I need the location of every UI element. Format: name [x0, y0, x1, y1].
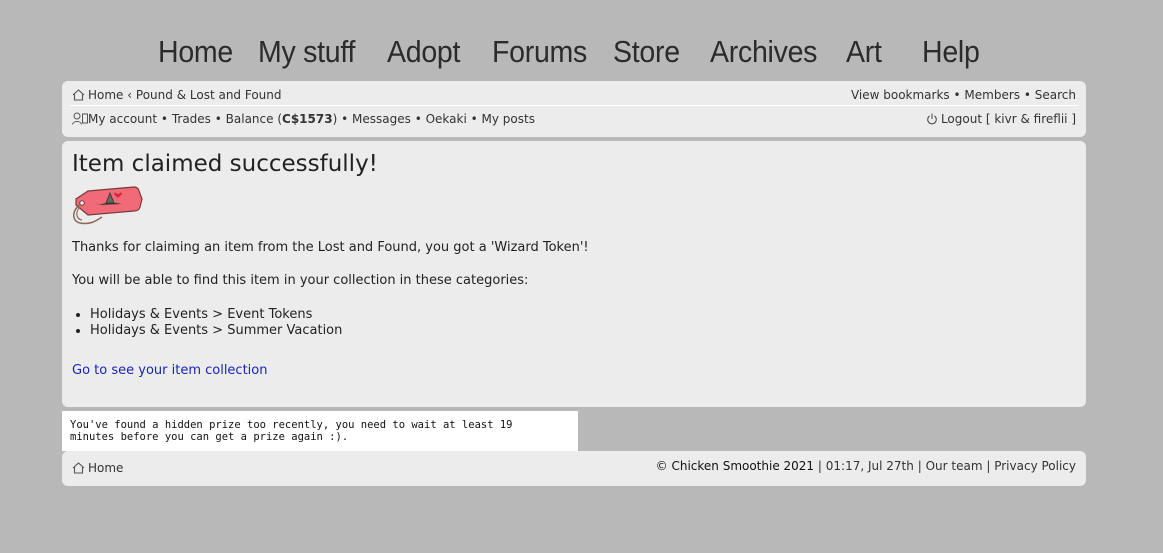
bullet-separator: • [953, 88, 961, 102]
footer-info: © Chicken Smoothie 2021 | 01:17, Jul 27t… [656, 459, 1076, 473]
home-icon [72, 89, 85, 104]
my-account-link[interactable]: My account [88, 112, 157, 126]
our-team-link[interactable]: Our team [926, 459, 983, 473]
pipe-separator: | [917, 459, 922, 473]
members-link[interactable]: Members [964, 88, 1020, 102]
view-bookmarks-link[interactable]: View bookmarks [851, 88, 950, 102]
bullet-separator: • [414, 112, 422, 126]
current-user-link[interactable]: [ kivr & fireflii ] [986, 112, 1076, 126]
breadcrumb-home-link[interactable]: Home [88, 88, 123, 102]
categories-intro: You will be able to find this item in yo… [72, 273, 529, 288]
user-icon [72, 112, 88, 128]
list-item: Holidays & Events > Event Tokens [90, 307, 342, 323]
search-link[interactable]: Search [1035, 88, 1076, 102]
list-item: Holidays & Events > Summer Vacation [90, 323, 342, 339]
nav-store[interactable]: Store [613, 34, 680, 70]
prize-notice: You've found a hidden prize too recently… [62, 411, 578, 451]
header-panel: Home ‹ Pound & Lost and Found View bookm… [62, 81, 1086, 137]
bullet-separator: • [1023, 88, 1031, 102]
logout-link[interactable]: Logout [941, 112, 982, 126]
pipe-separator: | [817, 459, 822, 473]
category-list: Holidays & Events > Event Tokens Holiday… [72, 307, 342, 339]
footer-home-link[interactable]: Home [88, 461, 123, 475]
footer-datetime: 01:17, Jul 27th [825, 459, 914, 473]
privacy-policy-link[interactable]: Privacy Policy [994, 459, 1076, 473]
claim-message: Thanks for claiming an item from the Los… [72, 240, 589, 255]
power-icon [926, 113, 938, 128]
breadcrumb: Home ‹ Pound & Lost and Found [72, 88, 282, 104]
item-collection-link[interactable]: Go to see your item collection [72, 363, 267, 378]
footer-panel: Home © Chicken Smoothie 2021 | 01:17, Ju… [62, 451, 1086, 486]
bullet-separator: • [470, 112, 478, 126]
nav-home[interactable]: Home [158, 34, 233, 70]
trades-link[interactable]: Trades [172, 112, 211, 126]
bullet-separator: • [160, 112, 168, 126]
nav-help[interactable]: Help [922, 34, 980, 70]
nav-art[interactable]: Art [846, 34, 882, 70]
bullet-separator: • [341, 112, 349, 126]
wizard-token-item-image [72, 185, 144, 231]
oekaki-link[interactable]: Oekaki [426, 112, 467, 126]
logout-area: Logout [ kivr & fireflii ] [926, 112, 1076, 128]
header-right-links: View bookmarks • Members • Search [851, 88, 1076, 102]
bullet-separator: • [214, 112, 222, 126]
breadcrumb-row: Home ‹ Pound & Lost and Found View bookm… [72, 88, 1076, 104]
content-panel: Item claimed successfully! Thanks for cl… [62, 141, 1086, 407]
nav-my-stuff[interactable]: My stuff [258, 34, 355, 70]
copyright: © Chicken Smoothie 2021 [655, 459, 815, 473]
footer-breadcrumb: Home [72, 461, 123, 477]
home-icon [72, 462, 85, 477]
balance-label: Balance ( [225, 112, 283, 126]
messages-link[interactable]: Messages [352, 112, 411, 126]
breadcrumb-current-link[interactable]: Pound & Lost and Found [136, 88, 282, 102]
nav-forums[interactable]: Forums [492, 34, 587, 70]
breadcrumb-separator: ‹ [127, 88, 133, 102]
balance-close: ) [332, 112, 338, 126]
header-divider [70, 105, 1078, 106]
my-posts-link[interactable]: My posts [482, 112, 535, 126]
nav-archives[interactable]: Archives [710, 34, 817, 70]
prize-notice-text: You've found a hidden prize too recently… [70, 419, 513, 443]
user-links: My account • Trades • Balance (C$1573) •… [72, 112, 535, 128]
page-title: Item claimed successfully! [72, 151, 378, 177]
balance-value: C$1573 [282, 112, 333, 126]
pipe-separator: | [986, 459, 991, 473]
nav-adopt[interactable]: Adopt [387, 34, 460, 70]
user-row: My account • Trades • Balance (C$1573) •… [72, 112, 1076, 128]
top-navigation: Home My stuff Adopt Forums Store Archive… [0, 34, 1163, 74]
